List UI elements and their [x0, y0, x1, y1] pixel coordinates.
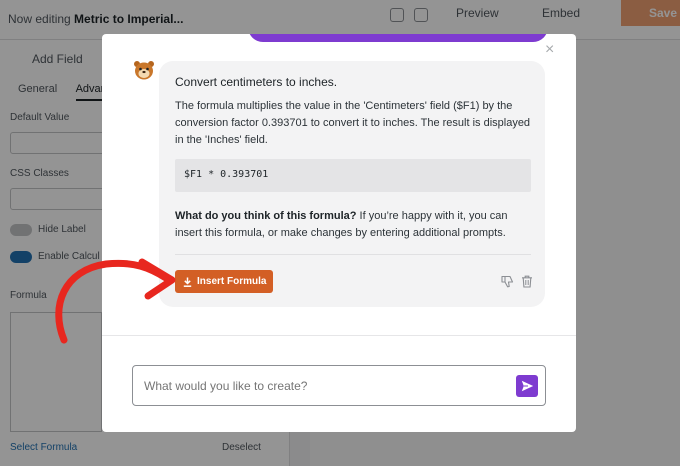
assistant-message: Convert centimeters to inches. The formu…	[159, 61, 545, 307]
composer-divider	[102, 335, 576, 336]
send-icon	[521, 380, 533, 392]
trash-icon[interactable]	[521, 275, 533, 288]
feedback-question-bold: What do you think of this formula?	[175, 210, 357, 222]
ai-formula-modal: × Convert centimeters to inches. The for…	[102, 34, 576, 432]
previous-user-message	[248, 34, 548, 42]
prompt-input[interactable]	[144, 377, 504, 395]
send-button[interactable]	[516, 375, 538, 397]
formula-code: $F1 * 0.393701	[175, 159, 531, 192]
close-icon[interactable]: ×	[545, 42, 554, 58]
avatar-icon	[132, 58, 156, 82]
thumbs-down-icon[interactable]	[501, 275, 514, 288]
message-divider	[175, 254, 531, 255]
feedback-question: What do you think of this formula? If yo…	[175, 208, 535, 242]
insert-formula-button[interactable]: Insert Formula	[175, 270, 273, 293]
insert-formula-label: Insert Formula	[197, 276, 267, 287]
download-icon	[183, 277, 192, 287]
prompt-composer	[132, 365, 546, 406]
message-description: The formula multiplies the value in the …	[175, 100, 531, 146]
message-title: Convert centimeters to inches.	[175, 75, 338, 89]
